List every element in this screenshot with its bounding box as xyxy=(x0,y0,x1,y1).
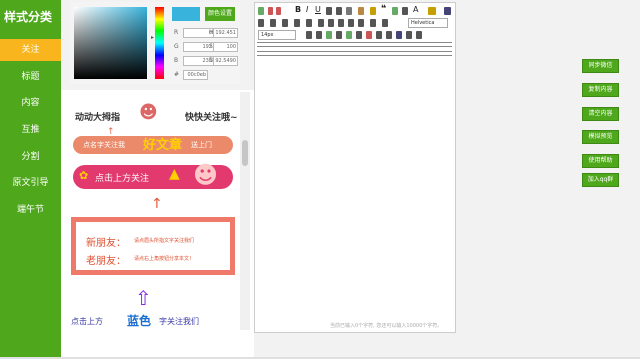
template-tail: 送上门 xyxy=(191,141,212,149)
align-left-icon[interactable] xyxy=(318,19,324,27)
image-icon[interactable] xyxy=(326,31,332,39)
help-button[interactable]: 使用帮助 xyxy=(582,154,619,168)
join-qq-group-button[interactable]: 加入qq群 xyxy=(582,173,619,187)
copy-content-button[interactable]: 复制内容 xyxy=(582,83,619,97)
template-label: 新朋友： xyxy=(86,238,126,249)
template-list: 动动大拇指 ☻ 快快关注哦~ ↑ 点名字关注我 好文章 送上门 ✿ 点击上方关注… xyxy=(61,90,254,359)
quote-icon[interactable]: ❝ xyxy=(381,4,386,14)
paragraph-spacing-icon[interactable] xyxy=(358,19,364,27)
paste-plain-icon[interactable] xyxy=(392,7,398,15)
paragraph-icon[interactable] xyxy=(294,19,300,27)
unlink-icon[interactable] xyxy=(316,31,322,39)
format-painter-icon[interactable] xyxy=(358,7,364,15)
source-icon[interactable] xyxy=(258,7,264,15)
sync-wechat-button[interactable]: 同步微信 xyxy=(582,59,619,73)
search-icon[interactable] xyxy=(396,31,402,39)
font-color-icon[interactable]: A xyxy=(413,5,418,14)
table-resize-bar[interactable] xyxy=(257,42,452,47)
template-item-new-old-friends[interactable]: 新朋友： 请点眉头所指文字关注我们 老朋友： 请点右上角按钮分享本文！ xyxy=(71,217,235,275)
template-text: 点名字关注我 xyxy=(83,141,125,149)
template-item-blue-text[interactable]: 点击上方 蓝色 字关注我们 xyxy=(71,312,241,330)
table-resize-bar-2[interactable] xyxy=(257,51,452,56)
sidebar: 样式分类 关注 标题 内容 互推 分割 原文引导 端午节 xyxy=(0,0,61,359)
redo-icon[interactable] xyxy=(276,7,281,15)
preview-icon[interactable] xyxy=(406,31,412,39)
hue-arrow-icon: ▸ xyxy=(151,34,155,41)
sidebar-item-title[interactable]: 标题 xyxy=(0,66,61,88)
table-icon[interactable] xyxy=(336,31,342,39)
align-justify-icon[interactable] xyxy=(348,19,354,27)
ordered-list-icon[interactable] xyxy=(258,19,264,27)
template-text: 点击上方关注 xyxy=(95,174,150,184)
text-direction-icon[interactable] xyxy=(382,19,388,27)
flower-icon: ✿ xyxy=(79,169,89,182)
indent-icon[interactable] xyxy=(282,19,288,27)
cartoon-face-icon: ☻ xyxy=(139,102,158,123)
preview-button[interactable]: 模拟预览 xyxy=(582,130,619,144)
align-right-icon[interactable] xyxy=(338,19,344,27)
horizontal-rule-icon[interactable] xyxy=(356,31,362,39)
color-picker: ▸ R 0 G 192 B 235 H 192.451 S 100 B 92.5… xyxy=(70,2,240,84)
arrow-up-icon: ↑ xyxy=(151,196,163,212)
highlight-icon[interactable] xyxy=(370,7,376,15)
select-all-icon[interactable] xyxy=(402,7,408,15)
h-input[interactable]: 192.451 xyxy=(213,28,238,38)
sidebar-item-follow[interactable]: 关注 xyxy=(0,39,61,61)
sidebar-item-mutual[interactable]: 互推 xyxy=(0,119,61,141)
template-item-thumbs-up[interactable]: 动动大拇指 ☻ 快快关注哦~ xyxy=(73,102,243,130)
insert-col-icon[interactable] xyxy=(386,31,392,39)
s-input[interactable]: 100 xyxy=(213,42,238,52)
strikethrough-icon[interactable] xyxy=(326,7,332,15)
hue-slider[interactable] xyxy=(155,7,164,79)
template-label-2: 老朋友： xyxy=(86,256,126,267)
brightness-input[interactable]: 92.5490 xyxy=(213,56,238,66)
emotion-icon[interactable] xyxy=(346,31,352,39)
template-item-good-article[interactable]: 点名字关注我 好文章 送上门 xyxy=(73,136,233,154)
superscript-icon[interactable] xyxy=(336,7,342,15)
font-family-select[interactable]: Helvetica xyxy=(408,18,448,28)
color-gradient-area[interactable] xyxy=(74,7,147,79)
unordered-list-icon[interactable] xyxy=(270,19,276,27)
italic-icon[interactable]: I xyxy=(306,5,308,14)
cartoon-face-icon: ☻ xyxy=(193,161,219,189)
template-scrollbar[interactable] xyxy=(240,92,250,330)
template-highlight: 蓝色 xyxy=(127,314,152,328)
template-text: 动动大拇指 xyxy=(75,113,121,123)
line-height-icon[interactable] xyxy=(306,19,312,27)
template-text-2: 字关注我们 xyxy=(159,317,199,326)
character-counter: 当前已输入0个字符, 您还可以输入10000个字符。 xyxy=(330,323,443,329)
sidebar-title: 样式分类 xyxy=(4,10,53,24)
template-item-click-follow[interactable]: ✿ 点击上方关注 ▲ ☻ xyxy=(73,161,233,189)
template-text-2: 快快关注哦~ xyxy=(185,113,238,123)
template-text: 点击上方 xyxy=(71,317,103,326)
link-icon[interactable] xyxy=(306,31,312,39)
template-scrollbar-thumb[interactable] xyxy=(242,140,248,166)
template-text-2: 请点右上角按钮分享本文！ xyxy=(134,256,195,262)
arrow-up-icon: ▲ xyxy=(169,166,180,182)
print-icon[interactable] xyxy=(416,31,422,39)
bold-icon[interactable]: B xyxy=(295,5,301,14)
clear-format-icon[interactable] xyxy=(346,7,352,15)
arrow-up-icon: ⇧ xyxy=(135,286,152,310)
undo-icon[interactable] xyxy=(268,7,273,15)
sidebar-item-divider[interactable]: 分割 xyxy=(0,146,61,168)
font-size-select[interactable]: 14px xyxy=(258,30,296,40)
letter-spacing-icon[interactable] xyxy=(370,19,376,27)
current-color-swatch xyxy=(172,7,200,21)
set-color-button[interactable]: 颜色设置 xyxy=(205,7,235,21)
underline-icon[interactable]: U xyxy=(315,5,321,14)
align-center-icon[interactable] xyxy=(328,19,334,27)
template-highlight: 好文章 xyxy=(143,138,183,153)
sidebar-item-dragon-boat[interactable]: 端午节 xyxy=(0,199,61,221)
sidebar-item-content[interactable]: 内容 xyxy=(0,92,61,114)
delete-table-icon[interactable] xyxy=(366,31,372,39)
editor-toolbar: B I U ❝ A Helvetica 14px xyxy=(258,4,452,43)
background-color-icon[interactable] xyxy=(428,7,436,15)
sidebar-item-source-guide[interactable]: 原文引导 xyxy=(0,172,61,194)
fullscreen-icon[interactable] xyxy=(444,7,451,15)
template-text: 请点眉头所指文字关注我们 xyxy=(134,238,195,244)
clear-content-button[interactable]: 清空内容 xyxy=(582,107,619,121)
hex-input[interactable]: 00c0eb xyxy=(183,70,208,80)
insert-row-icon[interactable] xyxy=(376,31,382,39)
